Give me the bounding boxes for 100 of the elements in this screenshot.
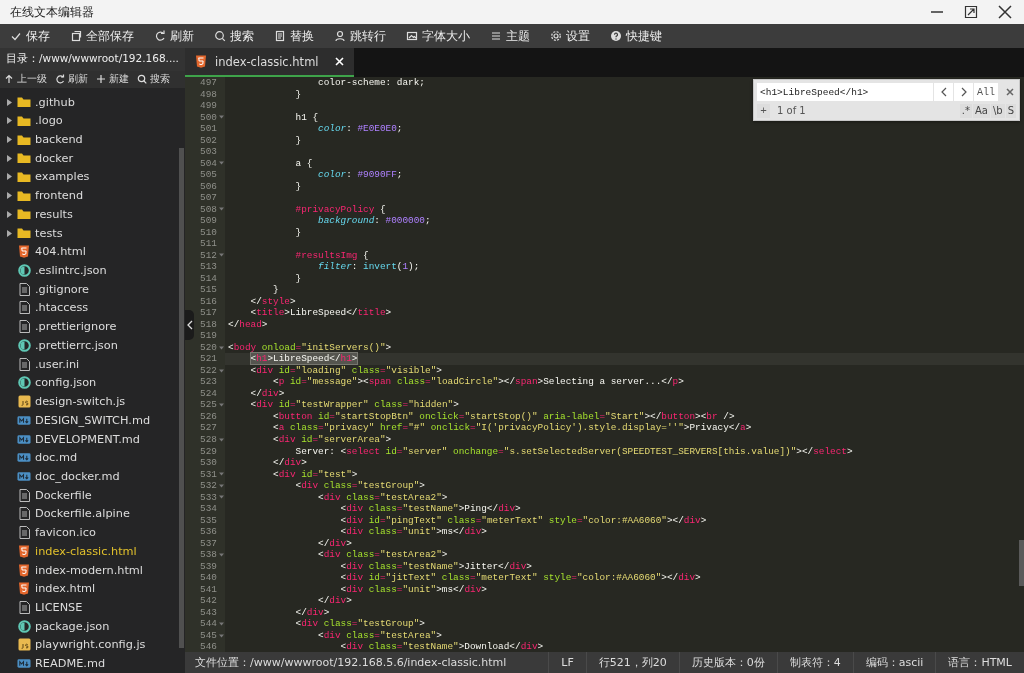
fold-icon[interactable] xyxy=(218,368,224,373)
line-number: 543 xyxy=(200,606,217,619)
search-field[interactable]: <h1>LibreSpeed</h1> xyxy=(757,83,933,101)
previous-button[interactable] xyxy=(934,83,953,101)
file-name[interactable]: .logo xyxy=(35,114,63,128)
file-name[interactable]: tests xyxy=(35,226,63,240)
file-name[interactable]: backend xyxy=(35,133,83,146)
file-name[interactable]: LICENSE xyxy=(35,601,83,614)
code-editor[interactable] xyxy=(185,77,1024,652)
search-option-button[interactable]: Aa xyxy=(972,103,990,118)
status-text: 编码：ascii xyxy=(852,652,936,673)
file-name[interactable]: docker xyxy=(35,151,74,165)
sidebar-tool[interactable]: 搜索 xyxy=(134,71,173,87)
file-name[interactable]: Dockerfile xyxy=(35,488,92,502)
search-option-button[interactable]: \b xyxy=(990,103,1005,118)
fold-icon[interactable] xyxy=(218,253,224,258)
html-file-icon xyxy=(18,544,30,558)
line-number: 515 xyxy=(200,284,217,296)
file-name[interactable]: Dockerfile.alpine xyxy=(35,507,130,521)
line-number: 506 xyxy=(200,180,217,193)
file-name[interactable]: 404.html xyxy=(35,245,86,259)
up-arrow-icon xyxy=(4,74,14,85)
file-name[interactable]: README.md xyxy=(35,657,106,671)
line-number: 523 xyxy=(200,376,217,388)
code-line: <title>LibreSpeed</title> xyxy=(249,307,392,319)
file-name[interactable]: config.json xyxy=(35,376,97,390)
close-icon[interactable] xyxy=(998,5,1012,19)
file-name[interactable]: index-classic.html xyxy=(35,544,137,558)
line-number: 517 xyxy=(200,307,217,319)
code-line: <button id="startStopBtn" onclick="startStop()" aria-label="Start"></button><br /> xyxy=(272,410,735,423)
folder-icon xyxy=(17,152,31,165)
toolbar-button[interactable]: 保存 xyxy=(0,25,60,47)
file-name[interactable]: playwright.config.js xyxy=(35,638,146,652)
scrollbar[interactable] xyxy=(179,148,184,648)
fold-icon[interactable] xyxy=(218,622,224,626)
line-number: 504 xyxy=(200,157,217,170)
toolbar-button[interactable]: 字体大小 xyxy=(396,25,480,47)
file-name[interactable]: index-modern.html xyxy=(35,563,143,577)
file-name[interactable]: results xyxy=(35,207,73,221)
fold-icon[interactable] xyxy=(218,495,224,500)
search-option-button[interactable]: .* xyxy=(959,103,972,118)
toolbar-button[interactable]: 搜索 xyxy=(204,25,264,47)
line-number: 532 xyxy=(200,480,217,492)
file-name[interactable]: examples xyxy=(35,170,90,184)
code-line: } xyxy=(294,180,302,193)
markdown-file-icon xyxy=(17,470,31,482)
scrollbar[interactable] xyxy=(1019,540,1024,586)
status-text: LF xyxy=(548,652,586,673)
html-file-icon xyxy=(18,582,30,596)
maximize-icon[interactable] xyxy=(964,5,978,19)
file-name[interactable]: .eslintrc.json xyxy=(35,264,107,278)
file-name[interactable]: .prettierignore xyxy=(35,320,117,334)
fold-icon[interactable] xyxy=(218,161,224,166)
toolbar-button[interactable]: 主题 xyxy=(480,25,540,47)
plus-icon xyxy=(96,74,106,85)
file-name[interactable]: design-switch.js xyxy=(35,395,126,409)
status-text: 制表符：4 xyxy=(776,652,853,673)
line-number: 516 xyxy=(200,295,217,308)
fold-icon[interactable] xyxy=(218,483,224,488)
code-line: <div class="testArea"> xyxy=(317,629,442,642)
toolbar-button[interactable]: 替换 xyxy=(264,25,324,47)
toolbar-button[interactable]: 快捷键 xyxy=(600,25,672,47)
file-name[interactable]: .htaccess xyxy=(35,301,89,315)
code-line: <div class="testArea2"> xyxy=(317,549,448,561)
fold-icon[interactable] xyxy=(218,472,224,477)
editor-tab[interactable]: index-classic.html xyxy=(185,48,354,77)
file-name[interactable]: DEVELOPMENT.md xyxy=(35,432,140,446)
fold-icon[interactable] xyxy=(218,115,224,120)
file-name[interactable]: DESIGN_SWITCH.md xyxy=(35,413,151,427)
replace-toggle-button[interactable]: + xyxy=(757,103,770,118)
file-name[interactable]: .gitignore xyxy=(35,282,90,296)
sidebar-tool[interactable]: 上一级 xyxy=(1,71,50,87)
next-button[interactable] xyxy=(954,83,973,101)
fold-icon[interactable] xyxy=(218,633,224,638)
toolbar-button[interactable]: 跳转行 xyxy=(324,25,396,47)
fold-icon[interactable] xyxy=(218,552,224,557)
fold-icon[interactable] xyxy=(218,207,224,212)
text-file-icon xyxy=(18,526,30,540)
file-name[interactable]: index.html xyxy=(35,582,96,596)
toolbar-button[interactable]: 设置 xyxy=(540,25,600,47)
file-name[interactable]: doc_docker.md xyxy=(35,469,120,483)
line-number: 497 xyxy=(200,77,217,89)
find-all-button[interactable]: All xyxy=(974,83,998,101)
file-name[interactable]: doc.md xyxy=(35,451,78,465)
code-line: <div id="serverArea"> xyxy=(272,434,392,446)
collapse-handle[interactable] xyxy=(185,310,194,340)
fold-icon[interactable] xyxy=(218,403,224,408)
toolbar-button[interactable]: 全部保存 xyxy=(60,25,144,47)
file-name[interactable]: package.json xyxy=(35,619,110,633)
fold-icon[interactable] xyxy=(218,345,224,350)
search-option-button[interactable]: S xyxy=(1005,103,1016,118)
file-name[interactable]: .github xyxy=(35,95,75,109)
toolbar-button[interactable]: 刷新 xyxy=(144,25,204,47)
sidebar-tool[interactable]: 刷新 xyxy=(52,71,91,87)
sidebar-tool[interactable]: 新建 xyxy=(93,71,132,87)
file-name[interactable]: .user.ini xyxy=(35,357,80,371)
file-name[interactable]: frontend xyxy=(35,189,84,203)
fold-icon[interactable] xyxy=(218,437,224,442)
file-name[interactable]: .prettierrc.json xyxy=(35,338,118,352)
file-name[interactable]: favicon.ico xyxy=(35,526,96,540)
